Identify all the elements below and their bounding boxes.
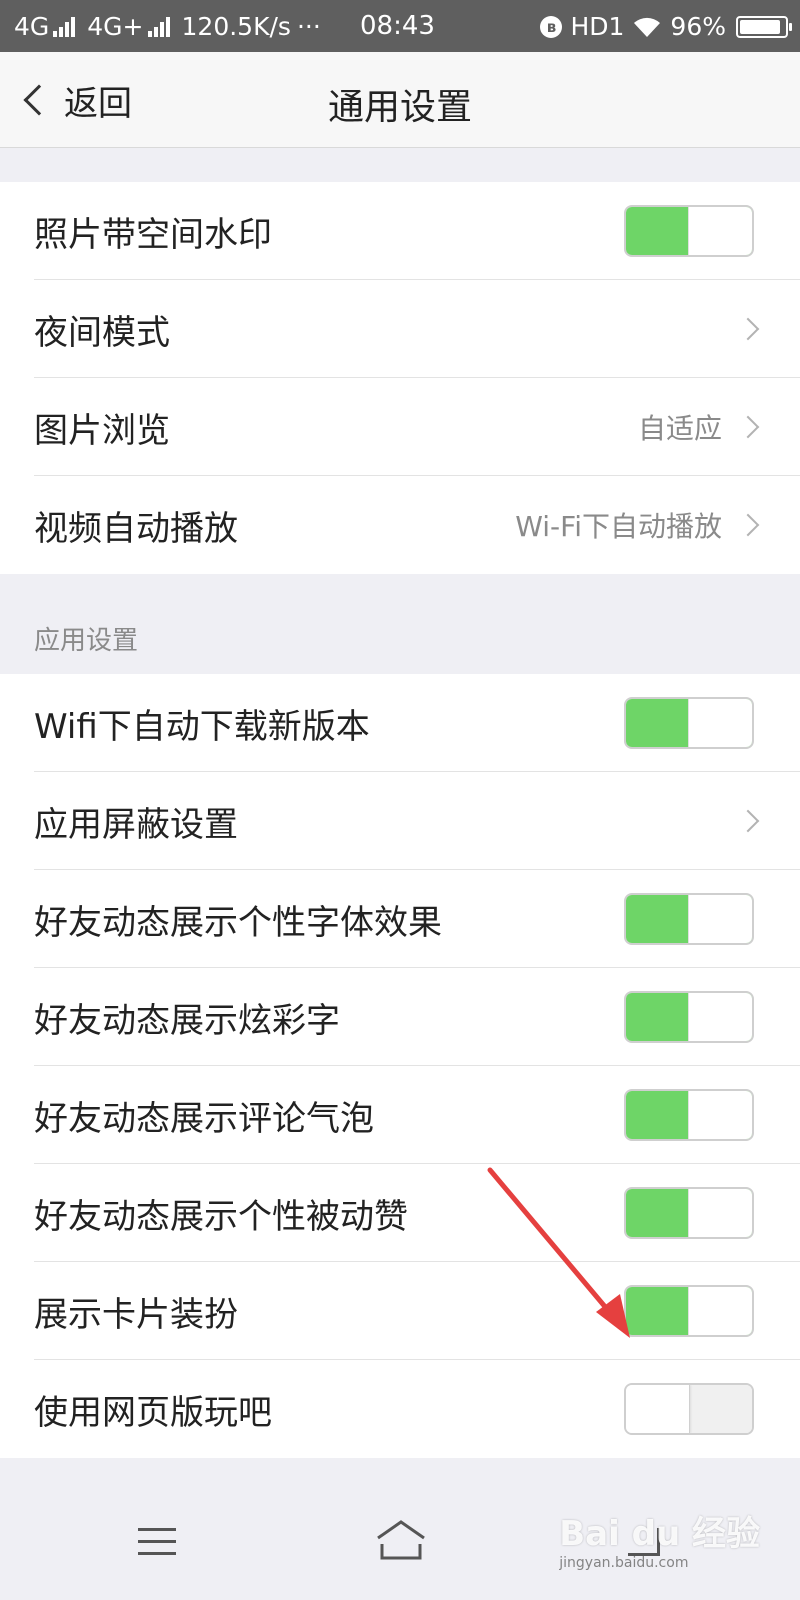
toggle-knob — [688, 207, 752, 255]
toggle-knob — [688, 895, 752, 943]
battery-percent: 96% — [670, 12, 726, 41]
setting-label: 好友动态展示个性被动赞 — [34, 1196, 408, 1237]
setting-label: 好友动态展示评论气泡 — [34, 1098, 374, 1139]
more-dots: ··· — [296, 12, 321, 41]
toggle-knob — [688, 1287, 752, 1335]
section-header-app-settings: 应用设置 — [0, 574, 800, 674]
toggle-switch[interactable] — [624, 1187, 754, 1239]
setting-label: 应用屏蔽设置 — [34, 804, 238, 845]
setting-row[interactable]: 好友动态展示炫彩字 — [0, 968, 800, 1066]
status-time: 08:43 — [360, 11, 435, 41]
setting-row[interactable]: 好友动态展示个性被动赞 — [0, 1164, 800, 1262]
battery-icon — [736, 15, 792, 38]
setting-label: 照片带空间水印 — [34, 214, 272, 255]
status-left: 4G 4G+ 120.5K/s ··· — [14, 12, 321, 41]
app-settings-group: Wifi下自动下载新版本 应用屏蔽设置 好友动态展示个性字体效果 好友动态展示炫彩字好… — [0, 674, 800, 1458]
signal-icon — [53, 16, 77, 37]
setting-row[interactable]: 使用网页版玩吧 — [0, 1360, 800, 1458]
setting-row[interactable]: 好友动态展示评论气泡 — [0, 1066, 800, 1164]
toggle-switch[interactable] — [624, 1383, 754, 1435]
status-right: ʙ HD1 96% — [540, 12, 792, 41]
system-nav-bar: Bai du 经验 jingyan.baidu.com — [0, 1488, 800, 1600]
setting-label: 展示卡片装扮 — [34, 1294, 238, 1335]
status-bar: 4G 4G+ 120.5K/s ··· 08:43 ʙ HD1 96% — [0, 0, 800, 52]
toggle-knob — [688, 1189, 752, 1237]
toggle-switch[interactable] — [624, 1089, 754, 1141]
setting-row[interactable]: 夜间模式 — [0, 280, 800, 378]
setting-label: Wifi下自动下载新版本 — [34, 706, 370, 747]
home-icon[interactable] — [374, 1518, 428, 1564]
chevron-right-icon — [736, 415, 760, 439]
setting-value: Wi-Fi下自动播放 — [515, 510, 722, 543]
toggle-knob — [688, 1091, 752, 1139]
setting-label: 视频自动播放 — [34, 508, 238, 549]
general-settings-group: 照片带空间水印 夜间模式图片浏览 自适应视频自动播放 Wi-Fi下自动播放 — [0, 182, 800, 574]
baidu-jingyan-watermark: Bai du 经验 jingyan.baidu.com — [559, 1514, 760, 1571]
setting-label: 图片浏览 — [34, 410, 170, 451]
network-type-1: 4G — [14, 12, 50, 41]
wifi-icon — [634, 17, 661, 37]
setting-row[interactable]: 好友动态展示个性字体效果 — [0, 870, 800, 968]
setting-row[interactable]: Wifi下自动下载新版本 — [0, 674, 800, 772]
toggle-knob — [688, 993, 752, 1041]
signal-icon — [147, 16, 172, 37]
nav-bar: 返回 通用设置 — [0, 52, 800, 148]
setting-label: 夜间模式 — [34, 312, 170, 353]
toggle-switch[interactable] — [624, 205, 754, 257]
setting-label: 使用网页版玩吧 — [34, 1392, 272, 1433]
hd-indicator: HD1 — [570, 12, 625, 41]
page-title: 通用设置 — [327, 87, 472, 128]
menu-icon[interactable] — [138, 1526, 176, 1558]
chevron-right-icon — [736, 317, 760, 341]
setting-label: 好友动态展示个性字体效果 — [34, 902, 442, 943]
setting-row[interactable]: 照片带空间水印 — [0, 182, 800, 280]
setting-row[interactable]: 展示卡片装扮 — [0, 1262, 800, 1360]
toggle-switch[interactable] — [624, 1285, 754, 1337]
toggle-knob — [688, 699, 752, 747]
network-type-2: 4G+ — [87, 12, 144, 41]
chevron-right-icon — [736, 809, 760, 833]
network-speed: 120.5K/s — [181, 12, 291, 41]
setting-row[interactable]: 视频自动播放 Wi-Fi下自动播放 — [0, 476, 800, 574]
setting-row[interactable]: 图片浏览 自适应 — [0, 378, 800, 476]
bluetooth-icon: ʙ — [540, 15, 563, 38]
section-header-label: 应用设置 — [34, 626, 139, 656]
toggle-switch[interactable] — [624, 893, 754, 945]
toggle-switch[interactable] — [624, 991, 754, 1043]
setting-value: 自适应 — [637, 412, 722, 445]
toggle-knob — [626, 1385, 690, 1433]
chevron-right-icon — [736, 513, 760, 537]
setting-label: 好友动态展示炫彩字 — [34, 1000, 340, 1041]
setting-row[interactable]: 应用屏蔽设置 — [0, 772, 800, 870]
toggle-switch[interactable] — [624, 697, 754, 749]
